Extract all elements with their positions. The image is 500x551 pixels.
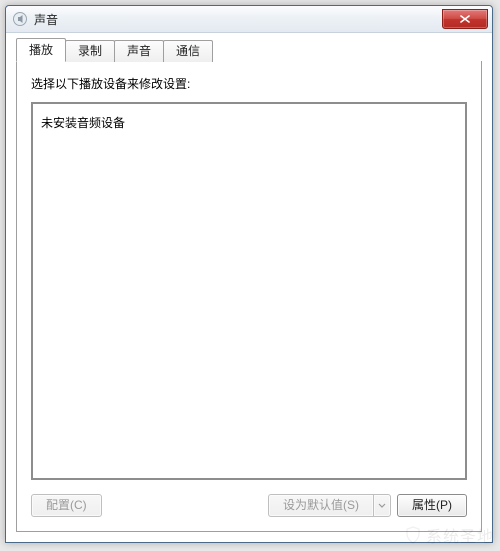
tab-recording[interactable]: 录制 — [65, 40, 115, 62]
properties-button[interactable]: 属性(P) — [397, 494, 467, 517]
close-icon — [460, 15, 470, 23]
set-default-button[interactable]: 设为默认值(S) — [268, 494, 373, 517]
sound-dialog: 声音 播放 录制 声音 通信 选择以下播放设备来修改设置: 未安装音频设备 配置… — [5, 5, 493, 543]
client-area: 播放 录制 声音 通信 选择以下播放设备来修改设置: 未安装音频设备 配置(C)… — [6, 33, 492, 542]
titlebar: 声音 — [6, 6, 492, 33]
empty-message: 未安装音频设备 — [41, 114, 457, 131]
window-title: 声音 — [34, 11, 442, 28]
tab-communications[interactable]: 通信 — [163, 40, 213, 62]
button-row: 配置(C) 设为默认值(S) 属性(P) — [31, 494, 467, 517]
instruction-text: 选择以下播放设备来修改设置: — [31, 75, 467, 92]
set-default-split-button: 设为默认值(S) — [268, 494, 391, 517]
close-button[interactable] — [442, 9, 488, 29]
sound-icon — [12, 11, 28, 27]
set-default-dropdown[interactable] — [373, 494, 391, 517]
tab-page-playback: 选择以下播放设备来修改设置: 未安装音频设备 配置(C) 设为默认值(S) 属性… — [16, 61, 482, 532]
tab-sounds[interactable]: 声音 — [114, 40, 164, 62]
tab-strip: 播放 录制 声音 通信 — [16, 39, 482, 61]
chevron-down-icon — [378, 503, 386, 509]
configure-button[interactable]: 配置(C) — [31, 494, 102, 517]
device-list[interactable]: 未安装音频设备 — [31, 102, 467, 480]
tab-playback[interactable]: 播放 — [16, 38, 66, 62]
